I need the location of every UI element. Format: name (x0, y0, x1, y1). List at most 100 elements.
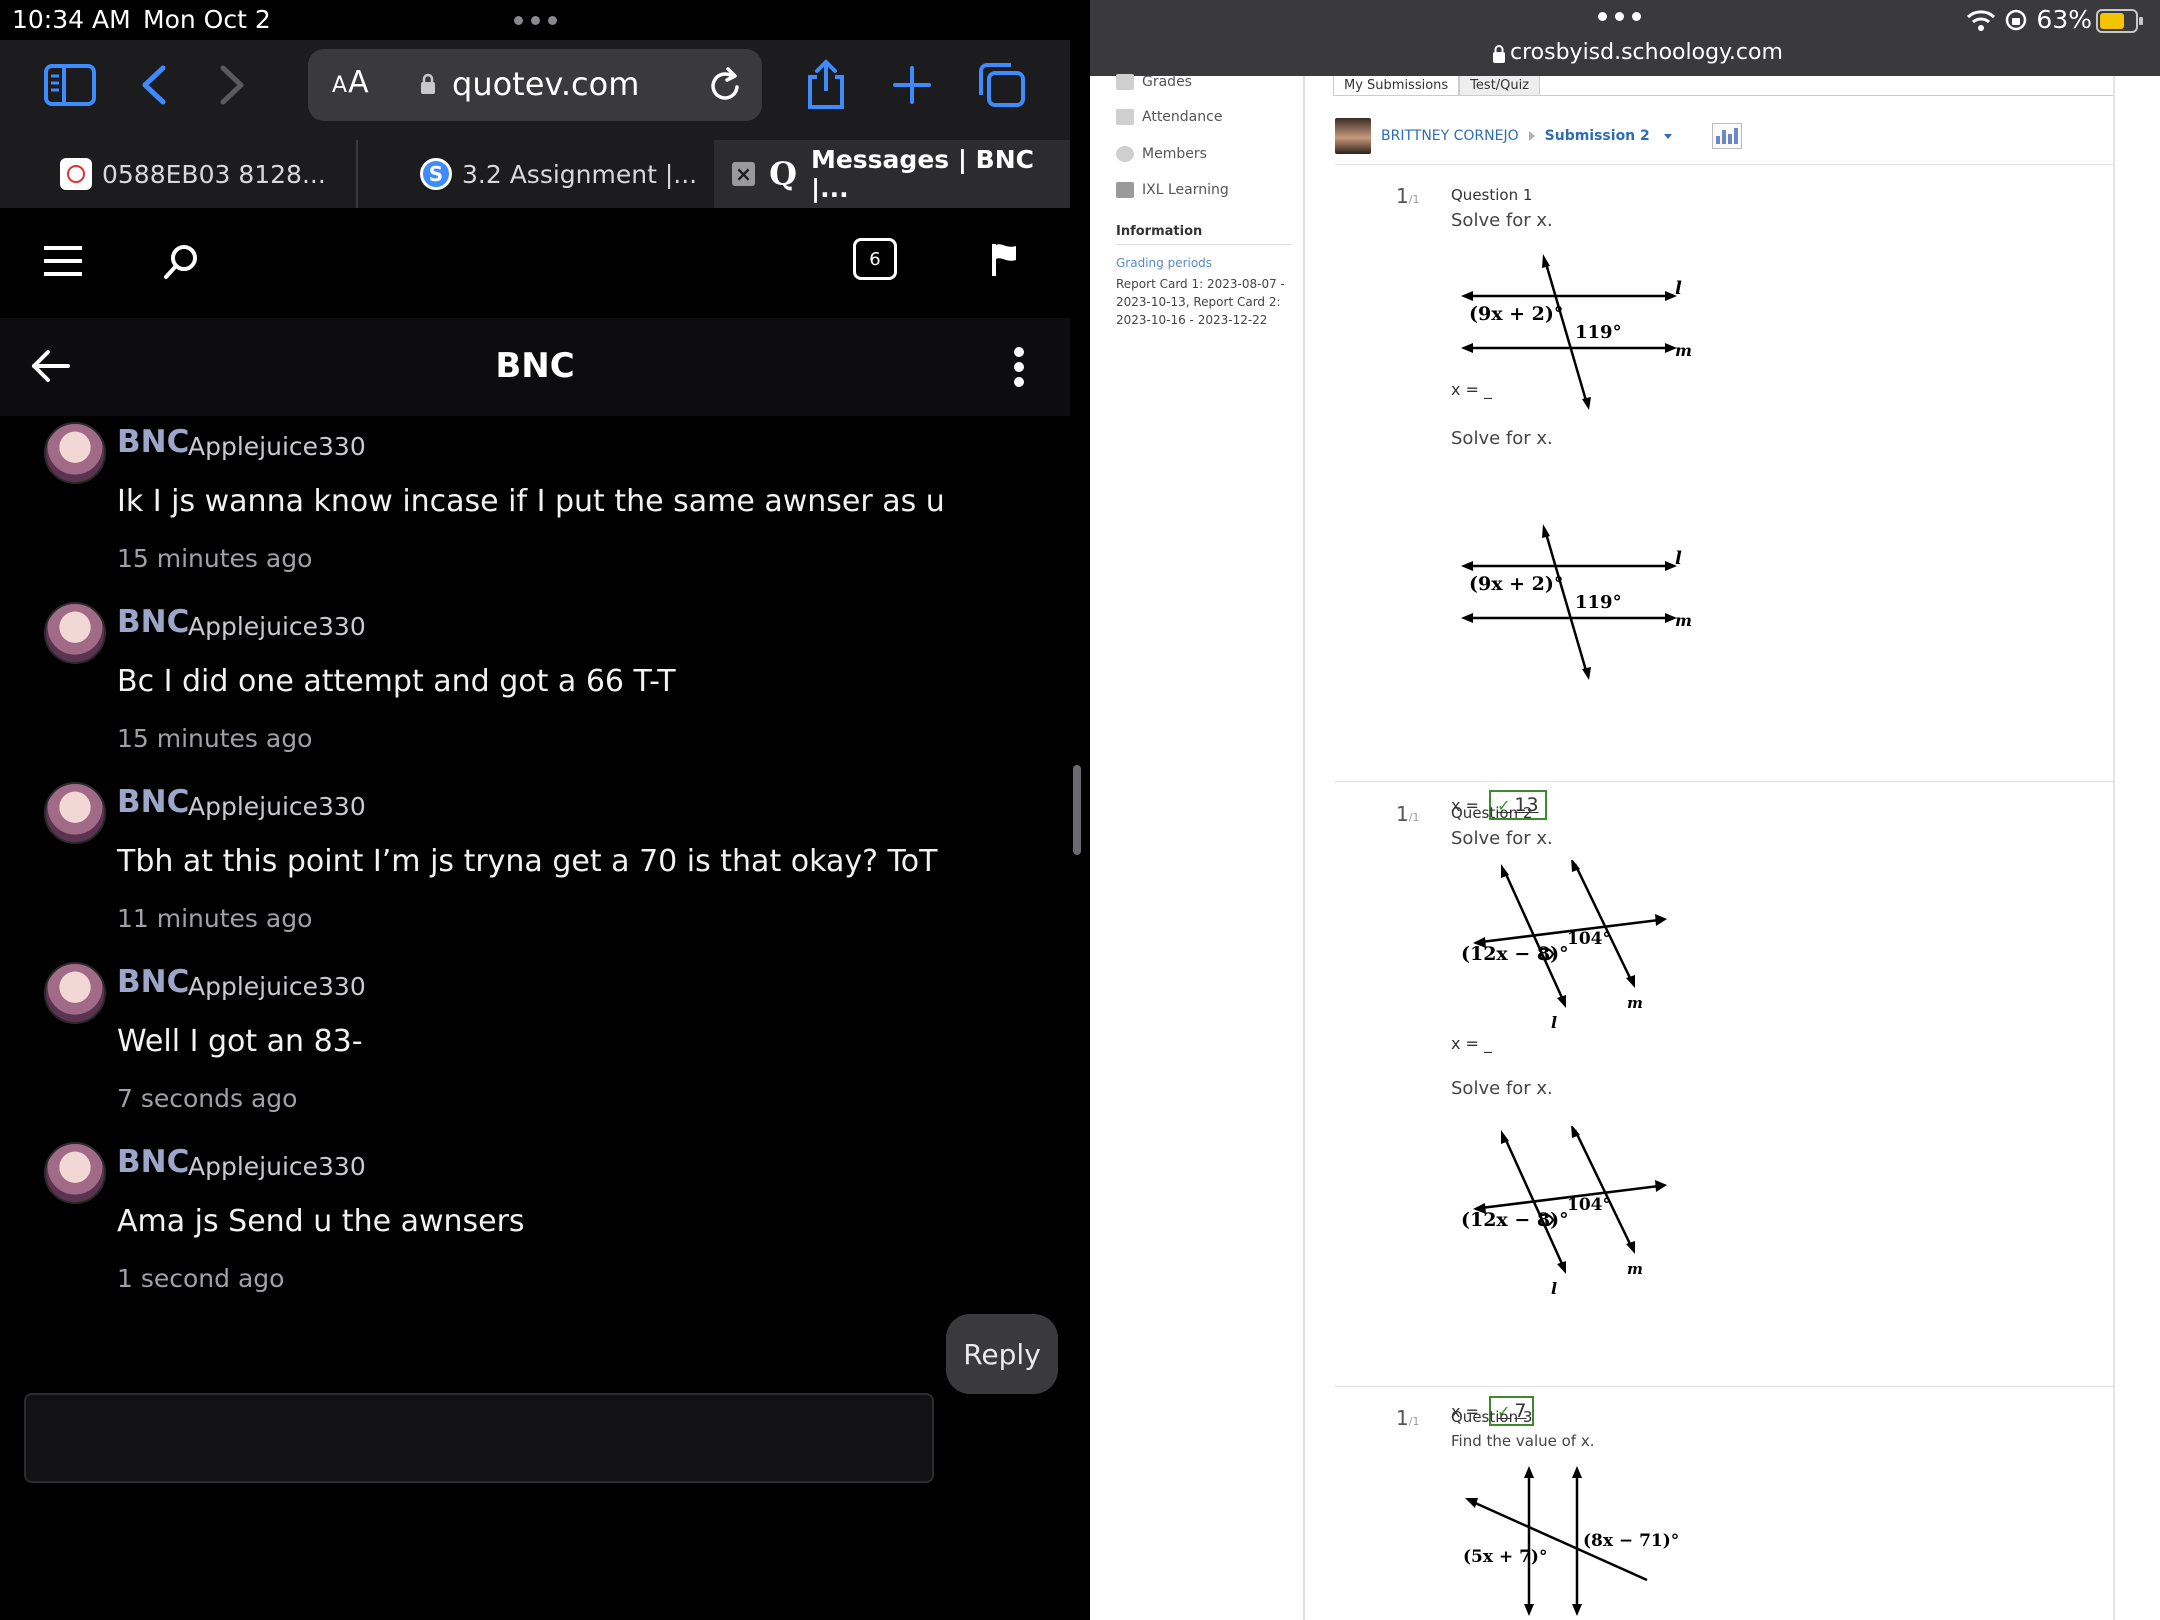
reply-input[interactable] (24, 1393, 934, 1483)
question-label: Question 3 (1451, 1408, 1533, 1426)
bar-chart-icon[interactable] (1711, 123, 1742, 149)
message-text: Well I got an 83- (117, 1024, 363, 1059)
angle-label-2: 119° (1575, 592, 1622, 613)
sender-username: Applejuice330 (188, 612, 366, 641)
submission-dropdown[interactable]: Submission 2 (1545, 128, 1650, 144)
divider (1335, 164, 2115, 165)
angle-label-1: (12x − 8)° (1461, 1209, 1569, 1231)
multitask-dots-icon[interactable] (514, 16, 557, 25)
quotev-favicon-icon: Q (769, 155, 797, 193)
multitask-dots-icon[interactable] (1598, 12, 1641, 21)
forward-button[interactable] (200, 60, 264, 110)
avatar[interactable] (44, 422, 106, 484)
sidebar-item-label: Members (1142, 146, 1207, 162)
question-label: Question 2 (1451, 804, 1533, 822)
message-item: BNC Applejuice330 Well I got an 83- 7 se… (0, 956, 1070, 1136)
scrollbar-thumb[interactable] (1073, 765, 1081, 855)
submission-tabs: My Submissions Test/Quiz (1333, 76, 1541, 96)
address-url: crosbyisd.schoology.com (1510, 40, 1783, 65)
tab-grades-pdf[interactable]: 0588EB03 8128... (60, 140, 356, 208)
address-bar[interactable]: AA quotev.com (308, 49, 762, 121)
message-text: Bc I did one attempt and got a 66 T-T (117, 664, 676, 699)
ixl-icon (1116, 182, 1134, 198)
question-prompt: Find the value of x. (1451, 1432, 1595, 1450)
tab-label: 0588EB03 8128... (102, 159, 326, 189)
pdf-favicon-icon (60, 158, 92, 190)
sidebar-item-ixl[interactable]: IXL Learning (1116, 182, 1229, 198)
share-icon (808, 59, 844, 109)
reader-text-size-button[interactable]: AA (332, 65, 370, 100)
tab-overview-button[interactable] (970, 60, 1034, 110)
notification-count: 6 (869, 248, 881, 270)
avatar[interactable] (44, 962, 106, 1024)
sender-username: Applejuice330 (188, 972, 366, 1001)
line-label-l: l (1675, 278, 1682, 299)
message-time: 11 minutes ago (117, 904, 313, 933)
sidebar-item-grades[interactable]: Grades (1116, 74, 1192, 90)
line-label-m: m (1675, 341, 1691, 360)
more-vertical-icon[interactable] (1012, 346, 1026, 388)
tab-bar: 0588EB03 8128... S 3.2 Assignment |... ×… (0, 140, 1070, 208)
sender-name[interactable]: BNC (117, 604, 189, 640)
quotev-header: 6 (0, 208, 1070, 318)
sender-name[interactable]: BNC (117, 784, 189, 820)
chevron-down-icon[interactable] (1663, 133, 1672, 139)
message-time: 7 seconds ago (117, 1084, 298, 1113)
sidebar-item-label: IXL Learning (1142, 182, 1229, 198)
sidebar-item-members[interactable]: Members (1116, 146, 1207, 162)
tab-my-submissions[interactable]: My Submissions (1333, 76, 1460, 96)
student-name-link[interactable]: BRITTNEY CORNEJO (1381, 128, 1519, 144)
sidebar-item-label: Grades (1142, 74, 1192, 90)
question-prompt: Solve for x. (1451, 210, 1553, 231)
status-time: 10:34 AM (12, 5, 131, 34)
tab-messages[interactable]: × Q Messages | BNC |... (714, 140, 1070, 208)
status-bar-right: 63% (1090, 0, 2160, 40)
split-view-divider[interactable] (1070, 0, 1090, 1620)
sender-name[interactable]: BNC (117, 964, 189, 1000)
message-item: BNC Applejuice330 Tbh at this point I’m … (0, 776, 1070, 956)
new-tab-button[interactable] (880, 60, 944, 110)
avatar[interactable] (44, 782, 106, 844)
message-item: BNC Applejuice330 Ik I js wanna know inc… (0, 416, 1070, 596)
address-bar-right[interactable]: crosbyisd.schoology.com (1090, 40, 2160, 76)
answer-blank: x = _ (1451, 380, 1493, 399)
close-tab-icon[interactable]: × (732, 162, 756, 186)
angle-label-1: (9x + 2)° (1469, 303, 1563, 325)
avatar[interactable] (44, 1142, 106, 1204)
student-breadcrumb: BRITTNEY CORNEJO Submission 2 (1335, 118, 1742, 154)
course-sidebar: Grades Attendance Members IXL Learning I… (1090, 74, 1305, 1620)
menu-icon[interactable] (44, 244, 82, 278)
sidebar-item-attendance[interactable]: Attendance (1116, 109, 1222, 125)
grading-periods-link[interactable]: Grading periods (1116, 256, 1212, 270)
share-button[interactable] (794, 59, 858, 110)
conversation-header: BNC (0, 318, 1070, 416)
angle-label-1: (9x + 2)° (1469, 573, 1563, 595)
student-avatar (1335, 118, 1371, 154)
line-label-l: l (1551, 1279, 1557, 1296)
back-button[interactable] (122, 60, 186, 110)
avatar[interactable] (44, 602, 106, 664)
question-prompt: Solve for x. (1451, 1078, 1553, 1099)
message-text: Ik I js wanna know incase if I put the s… (117, 484, 945, 519)
schoology-pane: 63% crosbyisd.schoology.com Grades Atten… (1090, 0, 2160, 1620)
divider (1335, 781, 2115, 782)
divider (1333, 95, 2113, 96)
search-icon[interactable] (162, 242, 200, 280)
information-heading: Information (1116, 224, 1203, 239)
quotev-pane: 10:34 AM Mon Oct 2 AA quotev.com 0588EB0… (0, 0, 1070, 1620)
reload-icon[interactable] (706, 65, 744, 105)
status-bar: 10:34 AM Mon Oct 2 (0, 0, 1070, 40)
notifications-button[interactable]: 6 (853, 238, 897, 280)
tab-divider (356, 140, 358, 208)
line-label-m: m (1627, 994, 1643, 1012)
answer-blank: x = _ (1451, 1034, 1493, 1053)
sender-name[interactable]: BNC (117, 1144, 189, 1180)
sidebar-toggle-button[interactable] (38, 60, 102, 110)
reply-button[interactable]: Reply (946, 1314, 1058, 1394)
flag-icon[interactable] (990, 242, 1018, 278)
sender-name[interactable]: BNC (117, 424, 189, 460)
tabs-icon (979, 63, 1025, 107)
tab-test-quiz[interactable]: Test/Quiz (1459, 76, 1541, 96)
tab-assignment[interactable]: S 3.2 Assignment |... (420, 140, 710, 208)
grades-icon (1116, 74, 1134, 90)
